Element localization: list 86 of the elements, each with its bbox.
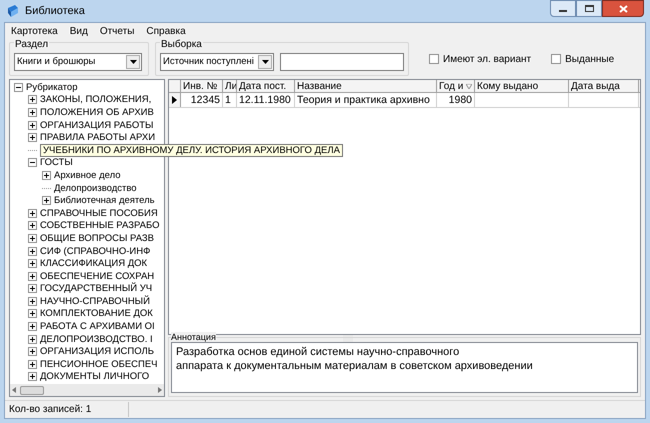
group-label: Аннотация <box>171 332 216 342</box>
table-cell: Теория и практика архивно <box>297 94 430 106</box>
menu-item[interactable]: Картотека <box>11 24 58 38</box>
tree-item[interactable]: КОМПЛЕКТОВАНИЕ ДОК <box>40 308 153 320</box>
dropdown-value: Книги и брошюры <box>16 54 96 69</box>
tree-item[interactable]: СИФ (СПРАВОЧНО-ИНФ <box>40 246 150 257</box>
scroll-left-icon[interactable] <box>12 387 16 393</box>
tree-item[interactable]: СПРАВОЧНЫЕ ПОСОБИЯ <box>40 208 158 219</box>
column-header[interactable]: Название <box>295 80 437 92</box>
table-cell: 12.11.1980 <box>239 94 291 106</box>
expand-icon[interactable] <box>28 108 37 117</box>
expand-icon[interactable] <box>28 309 37 318</box>
window-title: Библиотека <box>25 4 85 19</box>
tree-item[interactable]: ДЕЛОПРОИЗВОДСТВО. І <box>40 334 153 345</box>
expand-icon[interactable] <box>42 170 51 180</box>
tree-item[interactable]: Архивное дело <box>54 170 121 181</box>
tree-item[interactable]: ГОСУДАРСТВЕННЫЙ УЧ <box>40 283 152 294</box>
column-header[interactable]: Кому выдано <box>475 80 569 92</box>
tree-item[interactable]: ГОСТЫ <box>40 157 73 168</box>
tree-item[interactable]: СОБСТВЕННЫЕ РАЗРАБО <box>40 220 160 232</box>
horizontal-scrollbar[interactable] <box>10 384 164 396</box>
tree-item[interactable]: Делопроизводство <box>54 182 137 194</box>
checkbox-label: Имеют эл. вариант <box>443 52 532 66</box>
checkbox-label: Выданные <box>565 52 614 66</box>
column-header[interactable]: Год и <box>437 80 475 92</box>
expand-icon[interactable] <box>42 196 51 206</box>
expand-icon[interactable] <box>28 360 37 369</box>
filter-input-field[interactable] <box>280 53 404 71</box>
expand-icon[interactable] <box>28 272 37 281</box>
expand-icon[interactable] <box>28 95 37 104</box>
collapse-icon[interactable] <box>28 158 37 168</box>
tree-item[interactable]: ОРГАНИЗАЦИЯ ИСПОЛЬ <box>40 346 154 358</box>
column-header[interactable]: Инв. № <box>181 80 223 92</box>
expand-icon[interactable] <box>28 347 37 356</box>
menu-item[interactable]: Справка <box>146 24 186 38</box>
expand-icon[interactable] <box>28 322 37 332</box>
tree-item[interactable]: ОРГАНИЗАЦИЯ РАБОТЫ <box>40 120 154 131</box>
column-header[interactable]: Дата выда <box>569 80 639 92</box>
table-cell: 1980 <box>448 94 472 106</box>
tree-item[interactable]: ДОКУМЕНТЫ ЛИЧНОГО <box>40 371 150 382</box>
scroll-right-icon[interactable] <box>158 387 162 393</box>
status-text: Кол-во записей: 1 <box>5 402 129 417</box>
tree-item[interactable]: ПРАВИЛА РАБОТЫ АРХИ <box>40 132 156 144</box>
menu-item[interactable]: Отчеты <box>100 24 134 38</box>
group-label: Выборка <box>160 37 203 52</box>
table-cell: 1 <box>225 94 231 106</box>
expand-icon[interactable] <box>28 246 37 256</box>
expand-icon[interactable] <box>28 208 37 218</box>
table-cell: 12345 <box>190 94 220 106</box>
annotation-text[interactable]: Разработка основ единой системы научно-справочного аппарата к документальным материалам в советском архивоведении <box>171 342 638 393</box>
expand-icon[interactable] <box>28 284 37 294</box>
tree-item[interactable]: ПЕНСИОННОЕ ОБЕСПЕЧ <box>40 358 158 370</box>
column-header[interactable]: Дата пост. <box>237 80 295 92</box>
expand-icon[interactable] <box>28 372 37 382</box>
checkbox[interactable] <box>429 54 439 64</box>
expand-icon[interactable] <box>28 296 37 306</box>
checkbox[interactable] <box>551 54 562 64</box>
collapse-icon[interactable] <box>14 82 23 92</box>
sort-icon <box>466 84 472 88</box>
tree-item[interactable]: ПОЛОЖЕНИЯ ОБ АРХИВ <box>40 106 154 118</box>
expand-icon[interactable] <box>28 221 37 230</box>
expand-icon[interactable] <box>28 259 37 268</box>
tree-item[interactable]: РАБОТА С АРХИВАМИ ОІ <box>40 321 155 332</box>
tree-item[interactable]: ЗАКОНЫ, ПОЛОЖЕНИЯ, <box>40 94 152 106</box>
row-indicator[interactable] <box>169 93 181 107</box>
dropdown-value: Источник поступлені <box>162 54 255 69</box>
maximize-button[interactable] <box>576 0 602 17</box>
group-label: Раздел <box>14 37 50 52</box>
menu-item[interactable]: Вид <box>70 24 88 38</box>
expand-icon[interactable] <box>28 120 37 130</box>
filter-dropdown[interactable]: Источник поступлені <box>160 53 274 71</box>
expand-icon[interactable] <box>28 234 37 243</box>
tree-item-tooltip[interactable]: УЧЕБНИКИ ПО АРХИВНОМУ ДЕЛУ. ИСТОРИЯ АРХИВНОГО ДЕЛА <box>40 144 343 157</box>
scrollbar-thumb[interactable] <box>20 386 44 394</box>
expand-icon[interactable] <box>28 133 37 142</box>
tree-item[interactable]: Библиотечная деятель <box>54 195 155 206</box>
expand-icon[interactable] <box>28 334 37 344</box>
tree-item[interactable]: НАУЧНО-СПРАВОЧНЫЙ <box>40 296 150 307</box>
tree-item[interactable]: ОБЩИЕ ВОПРОСЫ РАЗВ <box>40 232 154 244</box>
tree-item[interactable]: Рубрикатор <box>26 82 78 93</box>
close-button[interactable] <box>602 0 644 17</box>
tree-item[interactable]: ОБЕСПЕЧЕНИЕ СОХРАН <box>40 270 154 282</box>
close-icon[interactable] <box>618 4 628 12</box>
section-dropdown[interactable]: Книги и брошюры <box>14 53 142 71</box>
minimize-button[interactable] <box>550 0 576 17</box>
tree-item[interactable]: КЛАССИФИКАЦИЯ ДОК <box>40 258 148 270</box>
